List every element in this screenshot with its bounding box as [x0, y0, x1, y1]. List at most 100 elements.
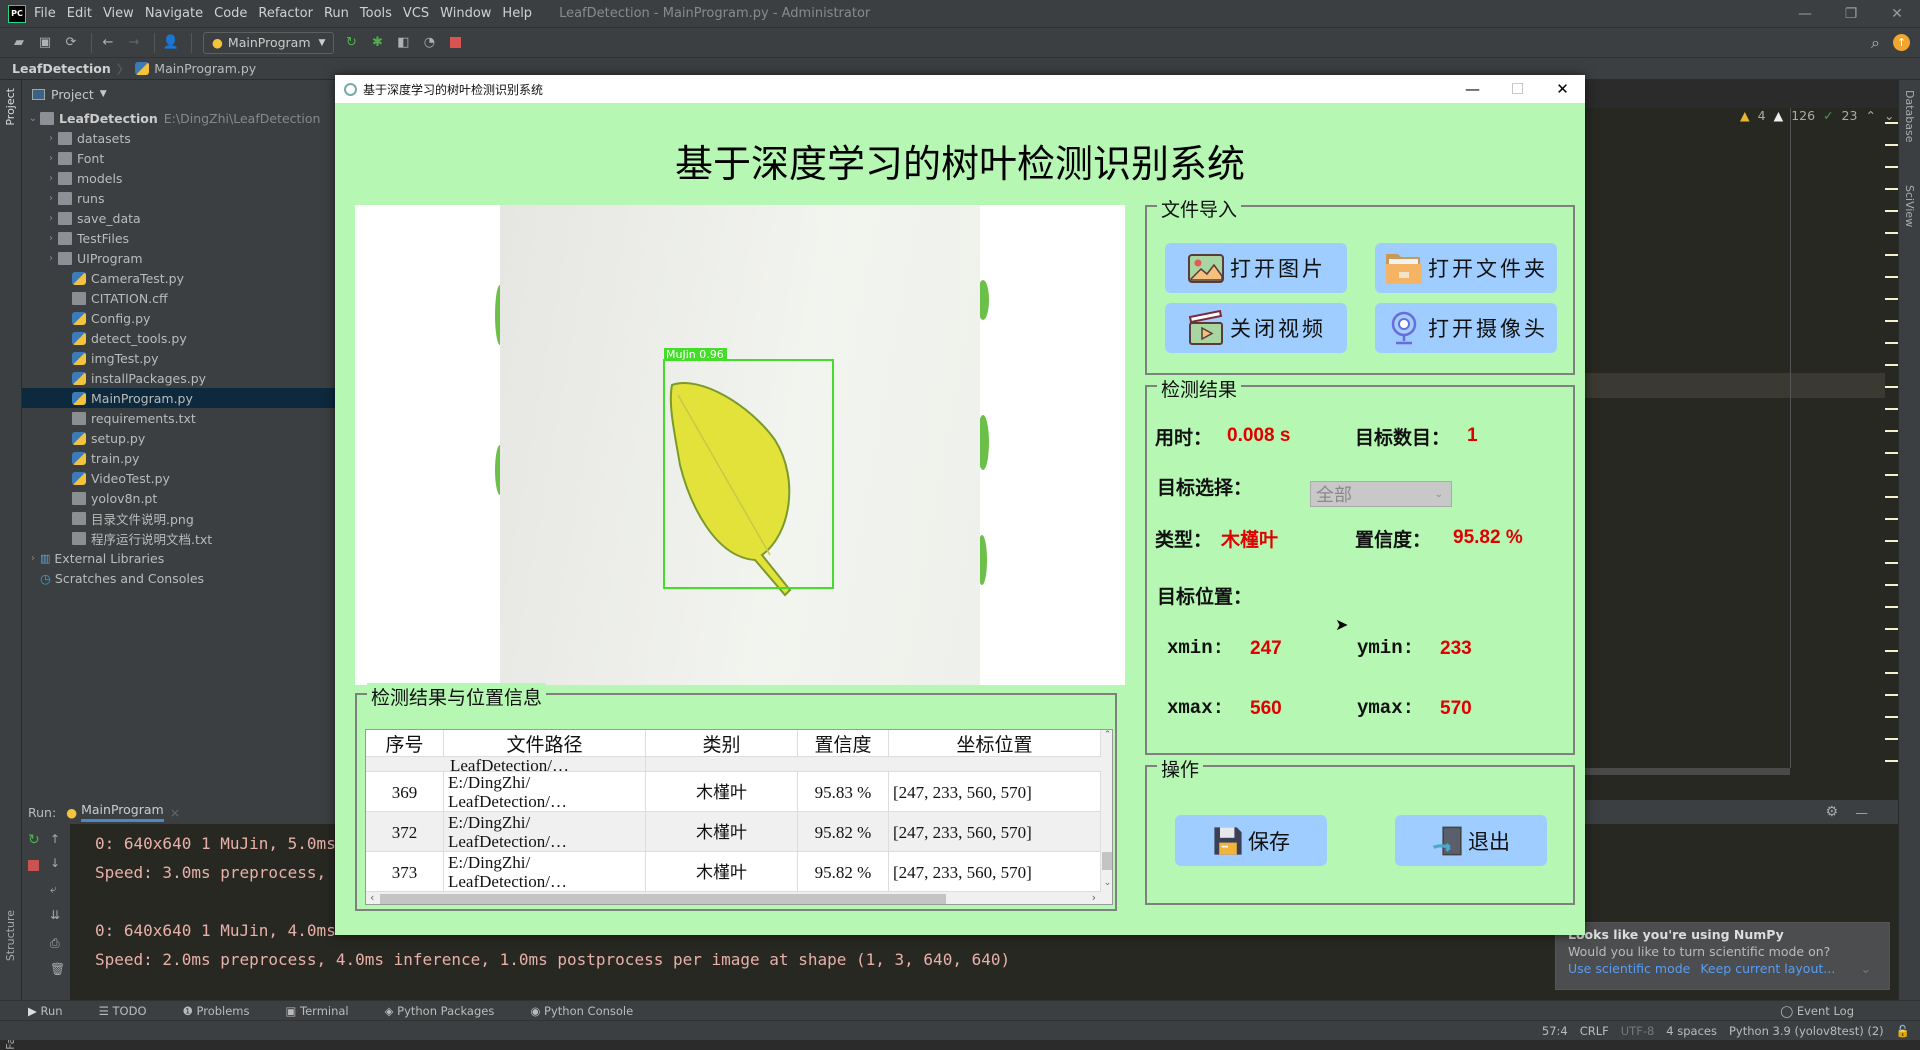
tree-file[interactable]: VideoTest.py	[22, 468, 340, 488]
tab-python-packages[interactable]: ◈ Python Packages	[385, 1004, 513, 1018]
table-row-partial[interactable]: LeafDetection/…	[366, 757, 1101, 772]
col-header-path[interactable]: 文件路径	[444, 730, 646, 757]
print-icon[interactable]: ⎙	[50, 936, 60, 951]
scroll-down-icon[interactable]: ⌄	[1101, 878, 1112, 888]
vertical-scrollbar[interactable]: ⌃ ⌄	[1101, 730, 1112, 892]
tree-folder[interactable]: › TestFiles	[22, 228, 340, 248]
app-minimize-icon[interactable]: —	[1450, 75, 1495, 103]
scroll-left-icon[interactable]: ‹	[370, 891, 374, 904]
project-panel-header[interactable]: Project ▼	[22, 80, 340, 108]
restore-icon[interactable]: ❐	[1828, 0, 1874, 28]
run-tab-mainprogram[interactable]: MainProgram	[81, 802, 164, 822]
open-folder-button[interactable]: 打开文件夹	[1375, 243, 1557, 293]
open-folder-icon[interactable]: ▰	[8, 32, 30, 54]
line-separator[interactable]: CRLF	[1580, 1024, 1609, 1038]
menu-file[interactable]: File	[34, 6, 56, 21]
scroll-to-end-icon[interactable]: ⇊	[50, 908, 60, 922]
tree-file[interactable]: train.py	[22, 448, 340, 468]
scroll-right-icon[interactable]: ›	[1092, 891, 1096, 904]
tree-folder[interactable]: › models	[22, 168, 340, 188]
structure-tool-tab[interactable]: Structure	[4, 910, 17, 961]
vcs-user-icon[interactable]: 👤	[160, 32, 182, 54]
open-camera-button[interactable]: 打开摄像头	[1375, 303, 1557, 353]
forward-icon[interactable]: →	[123, 32, 145, 54]
tree-folder[interactable]: › runs	[22, 188, 340, 208]
col-header-index[interactable]: 序号	[366, 730, 444, 757]
tree-folder[interactable]: › Font	[22, 148, 340, 168]
tree-external-libraries[interactable]: › ▥ External Libraries	[22, 548, 340, 568]
horizontal-scroll-thumb[interactable]	[380, 894, 946, 904]
table-row[interactable]: 373 E:/DingZhi/LeafDetection/… 木槿叶 95.82 %[…	[366, 852, 1101, 892]
tree-scratches[interactable]: ◷ Scratches and Consoles	[22, 568, 340, 588]
run-config-selector[interactable]: ● MainProgram ▼	[203, 31, 335, 54]
lock-icon[interactable]: 🔓	[1896, 1024, 1910, 1038]
breadcrumb-project[interactable]: LeafDetection	[12, 61, 111, 76]
project-tool-tab[interactable]: Project	[4, 88, 17, 126]
menu-view[interactable]: View	[103, 6, 134, 21]
soft-wrap-icon[interactable]: ⤶	[50, 882, 57, 897]
stop-icon[interactable]	[28, 860, 39, 871]
minimize-icon[interactable]: —	[1782, 0, 1828, 28]
trash-icon[interactable]: 🗑	[50, 962, 65, 976]
file-encoding[interactable]: UTF-8	[1621, 1024, 1655, 1038]
rerun-icon[interactable]: ↻	[28, 832, 40, 848]
sync-icon[interactable]: ⟳	[60, 32, 82, 54]
keep-layout-link[interactable]: Keep current layout...	[1700, 961, 1835, 976]
tab-python-console[interactable]: ◉ Python Console	[530, 1004, 651, 1018]
menu-edit[interactable]: Edit	[67, 6, 92, 21]
tree-root[interactable]: ⌄ LeafDetection E:\DingZhi\LeafDetection	[22, 108, 340, 128]
tree-file[interactable]: CameraTest.py	[22, 268, 340, 288]
tree-file[interactable]: 程序运行说明文档.txt	[22, 528, 340, 548]
exit-button[interactable]: 退出	[1395, 815, 1547, 866]
update-icon[interactable]: ↑	[1893, 34, 1910, 51]
next-highlight-icon[interactable]: ⌄	[1884, 108, 1894, 123]
chevron-down-icon[interactable]: ⌄	[1861, 961, 1871, 976]
breadcrumb-file[interactable]: MainProgram.py	[154, 61, 256, 76]
menu-vcs[interactable]: VCS	[403, 6, 429, 21]
menu-help[interactable]: Help	[502, 6, 532, 21]
close-video-button[interactable]: 关闭视频	[1165, 303, 1347, 353]
indent-setting[interactable]: 4 spaces	[1666, 1024, 1717, 1038]
menu-refactor[interactable]: Refactor	[258, 6, 313, 21]
tree-folder[interactable]: › save_data	[22, 208, 340, 228]
profile-icon[interactable]: ◔	[418, 32, 440, 54]
horizontal-scrollbar[interactable]	[1585, 768, 1790, 775]
tree-file[interactable]: Config.py	[22, 308, 340, 328]
tree-folder[interactable]: › datasets	[22, 128, 340, 148]
tab-run[interactable]: ▶ Run	[28, 1004, 81, 1018]
col-header-coords[interactable]: 坐标位置	[889, 730, 1101, 757]
event-log-button[interactable]: ◯ Event Log	[1780, 1004, 1872, 1018]
up-icon[interactable]: ↑	[50, 832, 60, 846]
coverage-icon[interactable]: ◧	[392, 32, 414, 54]
tree-file[interactable]: detect_tools.py	[22, 328, 340, 348]
tree-file[interactable]: requirements.txt	[22, 408, 340, 428]
caret-position[interactable]: 57:4	[1542, 1024, 1568, 1038]
stop-icon[interactable]	[444, 32, 466, 54]
tree-file[interactable]: yolov8n.pt	[22, 488, 340, 508]
tree-file[interactable]: setup.py	[22, 428, 340, 448]
target-select-dropdown[interactable]: 全部 ⌄	[1310, 481, 1452, 507]
python-interpreter[interactable]: Python 3.9 (yolov8test) (2)	[1729, 1024, 1884, 1038]
editor-visible-region[interactable]	[1585, 108, 1898, 800]
tree-file[interactable]: installPackages.py	[22, 368, 340, 388]
tree-folder[interactable]: › UIProgram	[22, 248, 340, 268]
table-row[interactable]: 369 E:/DingZhi/LeafDetection/… 木槿叶 95.83 %[…	[366, 772, 1101, 812]
close-tab-icon[interactable]: ×	[170, 805, 180, 820]
menu-tools[interactable]: Tools	[360, 6, 392, 21]
vertical-scroll-thumb[interactable]	[1102, 852, 1112, 870]
menu-navigate[interactable]: Navigate	[145, 6, 203, 21]
tree-file[interactable]: CITATION.cff	[22, 288, 340, 308]
search-everywhere-icon[interactable]: ⌕	[1871, 33, 1880, 53]
database-tool-tab[interactable]: Database	[1903, 90, 1916, 143]
debug-icon[interactable]: ✱	[366, 32, 388, 54]
hide-panel-icon[interactable]: —	[1856, 805, 1869, 820]
tab-todo[interactable]: ☰ TODO	[99, 1004, 165, 1018]
results-table[interactable]: 序号 文件路径 类别 置信度 坐标位置 LeafDetection/… 369 E…	[365, 729, 1113, 905]
tab-terminal[interactable]: ▣ Terminal	[286, 1004, 367, 1018]
down-icon[interactable]: ↓	[50, 856, 60, 870]
rerun-icon[interactable]: ↻	[340, 32, 362, 54]
inspection-widget[interactable]: ▲ 4 ▲ 126 ✓ 23 ⌃ ⌄	[1740, 108, 1894, 123]
tab-problems[interactable]: ❶ Problems	[183, 1004, 268, 1018]
col-header-confidence[interactable]: 置信度	[798, 730, 889, 757]
save-all-icon[interactable]: ▣	[34, 32, 56, 54]
